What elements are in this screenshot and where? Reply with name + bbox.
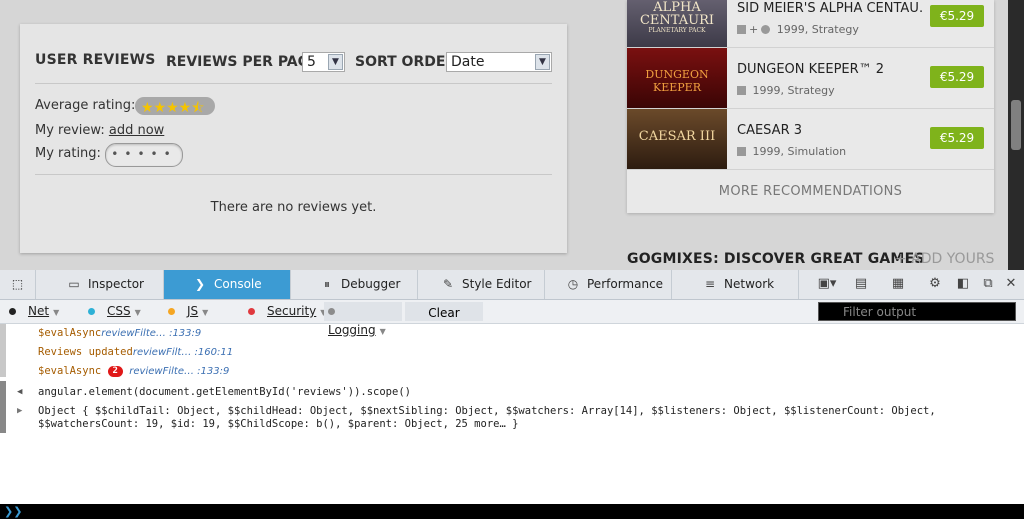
- console-icon: ❯: [194, 277, 206, 291]
- pick-element-icon: ⬚: [11, 277, 24, 291]
- recommendation-item[interactable]: CAESAR III CAESAR 3 1999, Simulation €5.…: [627, 109, 994, 170]
- recommendation-item[interactable]: ALPHA CENTAURI PLANETARY PACK SID MEIER'…: [627, 0, 994, 48]
- log-entry: $evalAsync 2 reviewFilte… :133:9: [38, 365, 230, 377]
- more-recommendations-link[interactable]: MORE RECOMMENDATIONS: [627, 184, 994, 199]
- filter-security-button[interactable]: Security▼: [248, 302, 326, 321]
- game-thumbnail[interactable]: DUNGEON KEEPER: [627, 48, 727, 108]
- sort-order-label: SORT ORDER: [355, 54, 457, 70]
- windows-icon: [737, 25, 746, 34]
- devtools-panel: ⬚ ▭ Inspector ❯ Console ⏸ Debugger ✎ Style E…: [0, 270, 1024, 519]
- separate-window-icon[interactable]: ⧉: [979, 276, 997, 292]
- log-gutter: [0, 324, 6, 377]
- close-icon[interactable]: ✕: [1002, 276, 1020, 292]
- chevron-down-icon: ▼: [328, 54, 343, 70]
- game-thumbnail[interactable]: CAESAR III: [627, 109, 727, 169]
- dock-side-icon[interactable]: ◧: [954, 276, 972, 292]
- responsive-mode-icon[interactable]: ▣▾: [813, 276, 841, 292]
- filter-output-input[interactable]: Filter output: [818, 302, 1016, 321]
- recommendations-panel: ALPHA CENTAURI PLANETARY PACK SID MEIER'…: [627, 0, 994, 213]
- my-review-row: My review: add now: [35, 123, 164, 138]
- prompt-chevron-icon: ❯❯: [4, 505, 23, 518]
- recommendation-item[interactable]: DUNGEON KEEPER DUNGEON KEEPER™ 2 1999, S…: [627, 48, 994, 109]
- log-source-link[interactable]: reviewFilte… :133:9: [129, 366, 229, 377]
- tab-network[interactable]: ≡ Network: [672, 270, 799, 299]
- network-icon: ≡: [704, 277, 716, 291]
- tab-console[interactable]: ❯ Console: [164, 270, 291, 299]
- log-source-link[interactable]: reviewFilte… :133:9: [101, 328, 201, 339]
- chevron-down-icon: ▼: [134, 308, 141, 317]
- no-reviews-text: There are no reviews yet.: [210, 200, 377, 215]
- average-rating-stars: ★★★★⯪: [135, 97, 215, 116]
- sort-order-select[interactable]: Date ▼: [446, 52, 552, 72]
- logging-dot-icon: [328, 308, 335, 315]
- gear-icon[interactable]: ⚙: [926, 276, 944, 292]
- clear-console-button[interactable]: Clear: [405, 302, 483, 321]
- console-output: $evalAsyncreviewFilte… :133:9 Reviews up…: [0, 324, 1024, 504]
- divider: [35, 174, 552, 175]
- element-picker-button[interactable]: ⬚: [0, 270, 36, 299]
- console-result-object[interactable]: Object { $$childTail: Object, $$childHea…: [38, 405, 1024, 431]
- log-source-link[interactable]: reviewFilt… :160:11: [133, 347, 233, 358]
- tab-style-editor[interactable]: ✎ Style Editor: [418, 270, 545, 299]
- filter-js-button[interactable]: JS ▼: [168, 302, 208, 321]
- price-button[interactable]: €5.29: [930, 66, 984, 88]
- log-entry: Reviews updatedreviewFilt… :160:11: [38, 346, 234, 358]
- filter-css-button[interactable]: CSS ▼: [88, 302, 141, 321]
- console-input[interactable]: ❯❯: [0, 504, 1024, 519]
- log-entry: $evalAsyncreviewFilte… :133:9: [38, 327, 202, 339]
- windows-icon: [737, 86, 746, 95]
- chevron-down-icon: ▼: [535, 54, 550, 70]
- debugger-icon: ⏸: [323, 277, 330, 291]
- split-console-icon[interactable]: ▤: [852, 276, 870, 292]
- console-command: angular.element(document.getElementById(…: [38, 386, 411, 398]
- net-dot-icon: [9, 308, 16, 315]
- gog-page: USER REVIEWS REVIEWS PER PAGE 5 ▼ SORT O…: [0, 0, 1024, 270]
- apple-icon: [761, 25, 771, 34]
- game-title[interactable]: SID MEIER'S ALPHA CENTAU…: [737, 1, 922, 16]
- performance-icon: ◷: [567, 277, 579, 291]
- user-reviews-panel: USER REVIEWS REVIEWS PER PAGE 5 ▼ SORT O…: [20, 24, 567, 253]
- chevron-down-icon: ▼: [202, 308, 209, 317]
- style-editor-icon: ✎: [442, 277, 454, 291]
- game-meta: 1999, Simulation: [737, 145, 846, 158]
- star-icon: ★★★★⯪: [141, 100, 205, 116]
- command-gutter: [0, 381, 6, 433]
- my-review-label: My review:: [35, 123, 105, 138]
- chevron-down-icon: ▼: [53, 308, 60, 317]
- my-rating-input[interactable]: •••••: [105, 143, 183, 167]
- add-yours-link[interactable]: + ADD YOURS: [895, 251, 994, 267]
- divider: [35, 83, 552, 84]
- average-rating-label: Average rating:: [35, 98, 136, 113]
- css-dot-icon: [88, 308, 95, 315]
- price-button[interactable]: €5.29: [930, 5, 984, 27]
- game-meta: + 1999, Strategy: [737, 23, 859, 36]
- screenshot-icon[interactable]: ▦: [889, 276, 907, 292]
- tab-performance[interactable]: ◷ Performance: [545, 270, 672, 299]
- game-title[interactable]: DUNGEON KEEPER™ 2: [737, 62, 922, 77]
- reviews-per-page-select[interactable]: 5 ▼: [302, 52, 345, 72]
- tab-inspector[interactable]: ▭ Inspector: [36, 270, 164, 299]
- console-filter-bar: Net▼ CSS▼ JS▼ Security▼ Logging▼ Clear F…: [0, 300, 1024, 337]
- game-meta: 1999, Strategy: [737, 84, 835, 97]
- gogmixes-heading: GOGMIXES: DISCOVER GREAT GAMES: [627, 251, 925, 267]
- filter-logging-button[interactable]: Logging ▼: [324, 302, 402, 337]
- game-thumbnail[interactable]: ALPHA CENTAURI PLANETARY PACK: [627, 0, 727, 47]
- security-dot-icon: [248, 308, 255, 315]
- js-dot-icon: [168, 308, 175, 315]
- devtools-toolbar: ⬚ ▭ Inspector ❯ Console ⏸ Debugger ✎ Style E…: [0, 270, 1024, 300]
- page-scrollbar[interactable]: [1008, 0, 1024, 270]
- add-review-link[interactable]: add now: [109, 123, 164, 138]
- my-rating-label: My rating:: [35, 146, 101, 161]
- reviews-heading: USER REVIEWS: [35, 52, 156, 68]
- filter-net-button[interactable]: Net ▼: [9, 302, 59, 321]
- inspector-icon: ▭: [68, 277, 80, 291]
- tab-debugger[interactable]: ⏸ Debugger: [291, 270, 418, 299]
- reviews-per-page-label: REVIEWS PER PAGE: [166, 54, 319, 70]
- repeat-count-badge: 2: [107, 366, 123, 377]
- windows-icon: [737, 147, 746, 156]
- game-title[interactable]: CAESAR 3: [737, 123, 922, 138]
- price-button[interactable]: €5.29: [930, 127, 984, 149]
- scrollbar-thumb[interactable]: [1011, 100, 1021, 150]
